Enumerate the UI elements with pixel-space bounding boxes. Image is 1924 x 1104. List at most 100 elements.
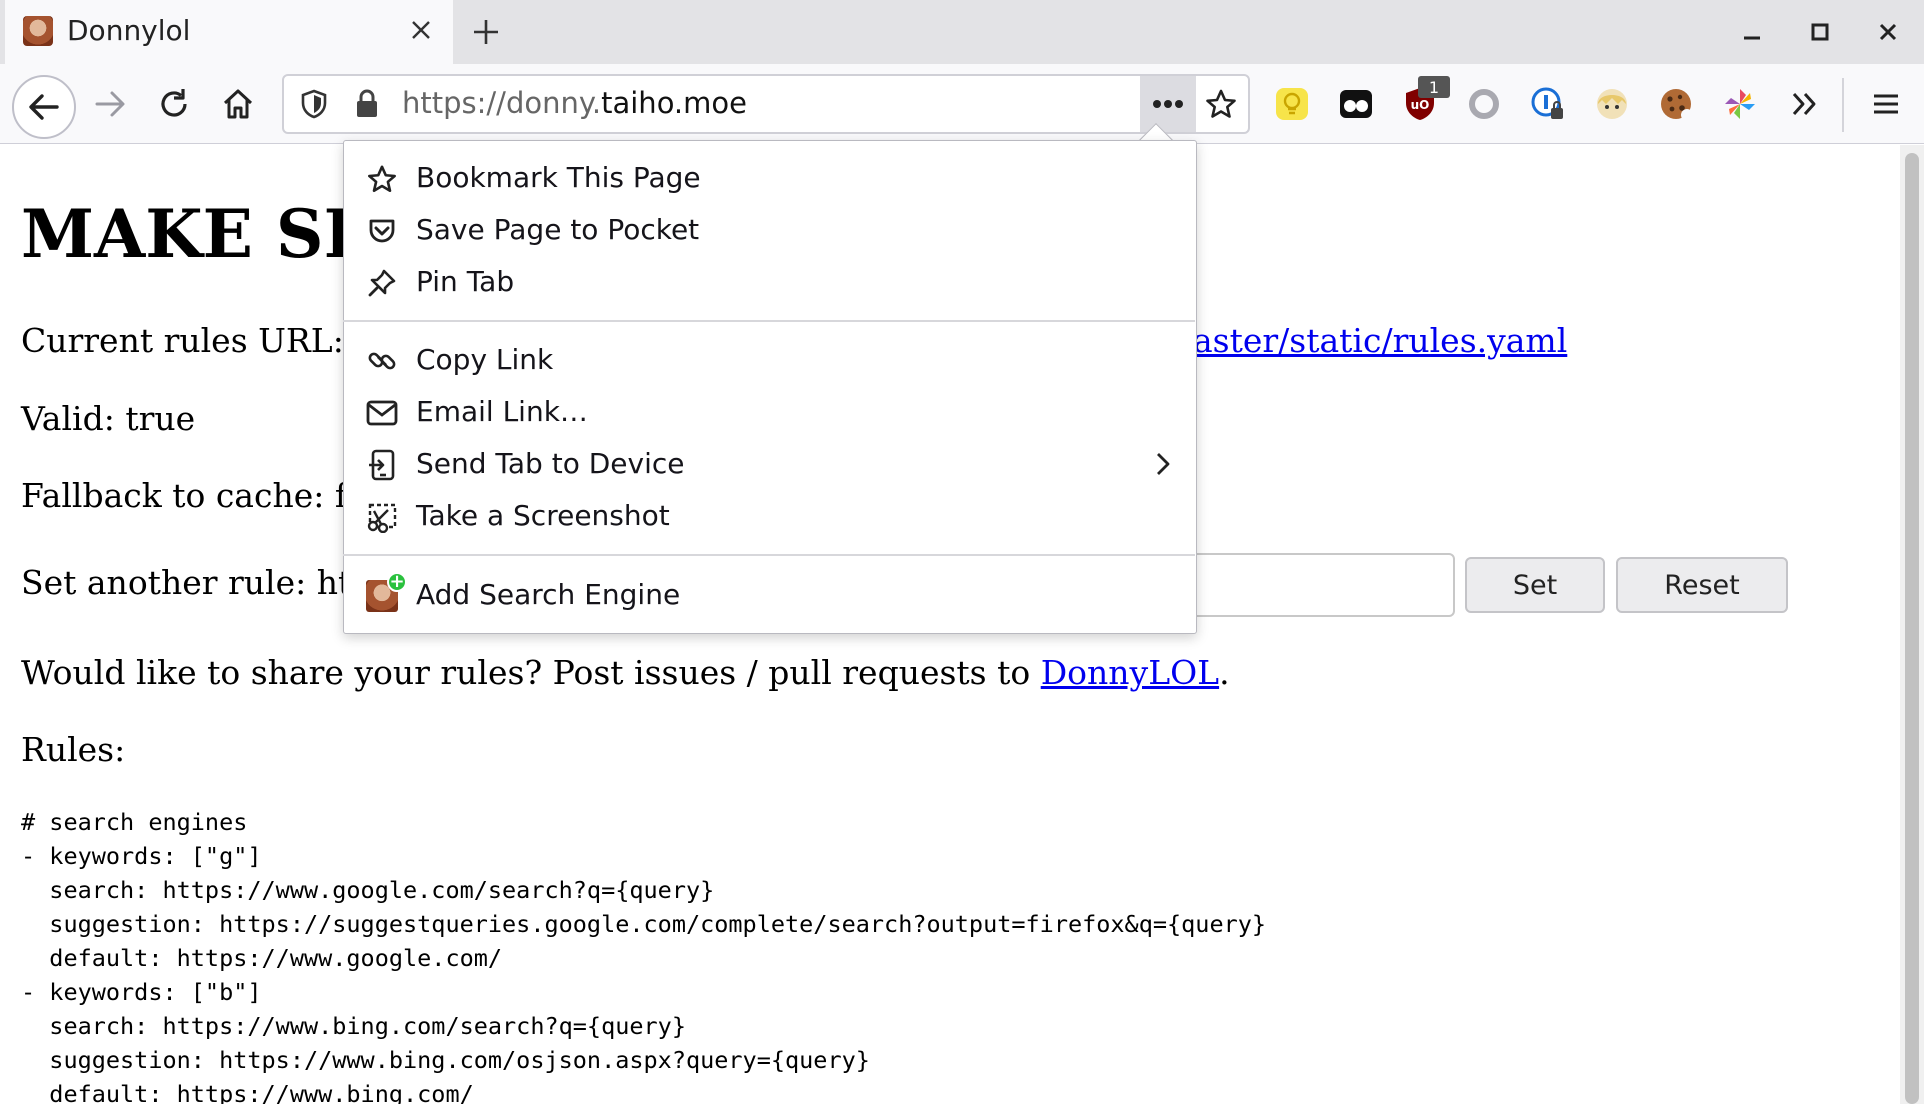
link-icon (366, 345, 398, 377)
tab-strip: Donnylol (0, 0, 1924, 64)
menu-item-label: Take a Screenshot (416, 499, 670, 532)
rules-url-label: Current rules URL: (21, 321, 355, 360)
window-close-button[interactable] (1866, 12, 1910, 52)
password-lock-icon (1531, 87, 1563, 119)
bookmark-star-button[interactable] (1196, 76, 1246, 132)
menu-item-label: Email Link… (416, 395, 588, 428)
toolbar-divider (1842, 78, 1844, 132)
rules-url-line: Current rules URL: ht (21, 321, 389, 360)
pin-icon (366, 267, 398, 299)
url-domain: taiho.moe (601, 86, 747, 120)
valid-status: Valid: true (21, 399, 196, 438)
arrow-right-icon (95, 91, 125, 117)
screenshot-icon (366, 501, 398, 533)
menu-separator (343, 554, 1195, 556)
set-rule-label: Set another rule: http (21, 563, 386, 602)
extension-pinwheel-button[interactable] (1718, 82, 1762, 126)
forward-button[interactable] (84, 78, 136, 130)
arrow-left-icon (29, 94, 59, 120)
extension-1password-button[interactable] (1526, 82, 1570, 126)
more-horizontal-icon (1153, 100, 1183, 108)
url-bar[interactable]: https://donny.taiho.moe (282, 74, 1250, 134)
svg-text:uO: uO (1411, 98, 1430, 112)
menu-separator (343, 320, 1195, 322)
menu-item-send-tab-to-device[interactable]: Send Tab to Device (343, 439, 1195, 489)
menu-item-take-screenshot[interactable]: Take a Screenshot (343, 491, 1195, 541)
page-scrollbar[interactable] (1900, 145, 1924, 1104)
star-icon (1206, 89, 1236, 118)
set-button[interactable]: Set (1465, 557, 1605, 613)
tab-close-button[interactable] (403, 12, 439, 48)
donnylol-link[interactable]: DonnyLOL (1041, 653, 1219, 692)
anime-avatar-icon (1597, 89, 1627, 119)
reload-icon (161, 89, 187, 117)
share-line: Would like to share your rules? Post iss… (21, 653, 1230, 692)
home-icon (223, 89, 253, 119)
extension-tab-manager-button[interactable] (1334, 82, 1378, 126)
tab-favicon (23, 16, 53, 46)
star-icon (366, 163, 398, 195)
navigation-toolbar: https://donny.taiho.moe uO 1 (0, 64, 1924, 144)
close-icon (1879, 23, 1897, 41)
extension-avatar-button[interactable] (1590, 82, 1634, 126)
rules-url-link-tail[interactable]: aster/static/rules.yaml (1193, 321, 1567, 360)
chevron-right-icon (1157, 453, 1170, 475)
extension-cookie-button[interactable] (1654, 82, 1698, 126)
minimize-button[interactable] (1730, 12, 1774, 52)
page-actions-button[interactable] (1140, 76, 1196, 132)
rules-line: default: https://www.google.com/ (21, 944, 503, 972)
rules-line: - keywords: ["g"] (21, 842, 262, 870)
add-plus-icon: + (387, 572, 407, 592)
app-menu-button[interactable] (1864, 82, 1908, 126)
rules-line: suggestion: https://www.bing.com/osjson.… (21, 1046, 870, 1074)
overflow-menu-button[interactable] (1782, 82, 1826, 126)
share-end: . (1219, 653, 1230, 692)
menu-item-label: Bookmark This Page (416, 161, 701, 194)
maximize-icon (1811, 23, 1829, 41)
rules-listing: # search engines - keywords: ["g"] search… (21, 805, 1266, 1104)
menu-item-label: Copy Link (416, 343, 554, 376)
ring-icon (1469, 89, 1499, 119)
menu-item-bookmark-page[interactable]: Bookmark This Page (343, 153, 1195, 203)
tab-donnylol[interactable]: Donnylol (5, 0, 453, 64)
plus-icon (474, 20, 498, 44)
rules-line: search: https://www.google.com/search?q=… (21, 876, 715, 904)
rules-line: # search engines (21, 808, 248, 836)
home-button[interactable] (212, 78, 264, 130)
extension-lightbulb-button[interactable] (1270, 82, 1314, 126)
url-prefix: https://donny. (402, 86, 602, 120)
menu-item-save-to-pocket[interactable]: Save Page to Pocket (343, 205, 1195, 255)
back-button[interactable] (12, 75, 76, 139)
cookie-icon (1661, 89, 1693, 121)
tracking-protection-shield-icon[interactable] (300, 89, 328, 119)
url-text[interactable]: https://donny.taiho.moe (402, 86, 747, 120)
send-tab-icon (366, 449, 398, 481)
hamburger-menu-icon (1874, 94, 1898, 114)
tab-title: Donnylol (67, 14, 191, 47)
double-chevron-right-icon (1792, 92, 1816, 116)
menu-item-label: Send Tab to Device (416, 447, 685, 480)
menu-item-copy-link[interactable]: Copy Link (343, 335, 1195, 385)
minimize-icon (1744, 36, 1760, 40)
rules-line: - keywords: ["b"] (21, 978, 262, 1006)
lightbulb-icon (1276, 88, 1308, 120)
ublock-count-badge: 1 (1418, 76, 1450, 98)
menu-item-pin-tab[interactable]: Pin Tab (343, 257, 1195, 307)
email-icon (366, 397, 398, 429)
rules-line: suggestion: https://suggestqueries.googl… (21, 910, 1267, 938)
scrollbar-thumb[interactable] (1905, 153, 1919, 1104)
pinwheel-icon (1725, 89, 1755, 119)
rules-line: default: https://www.bing.com/ (21, 1080, 474, 1104)
dual-circle-icon (1340, 90, 1372, 118)
new-tab-button[interactable] (464, 10, 508, 54)
lock-icon[interactable] (354, 89, 380, 119)
reload-button[interactable] (148, 78, 200, 130)
maximize-button[interactable] (1798, 12, 1842, 52)
extension-circle-button[interactable] (1462, 82, 1506, 126)
rules-line: search: https://www.bing.com/search?q={q… (21, 1012, 686, 1040)
reset-button[interactable]: Reset (1616, 557, 1788, 613)
menu-item-email-link[interactable]: Email Link… (343, 387, 1195, 437)
rules-label: Rules: (21, 730, 126, 769)
menu-item-add-search-engine[interactable]: + Add Search Engine (343, 570, 1195, 620)
pocket-icon (366, 215, 398, 247)
